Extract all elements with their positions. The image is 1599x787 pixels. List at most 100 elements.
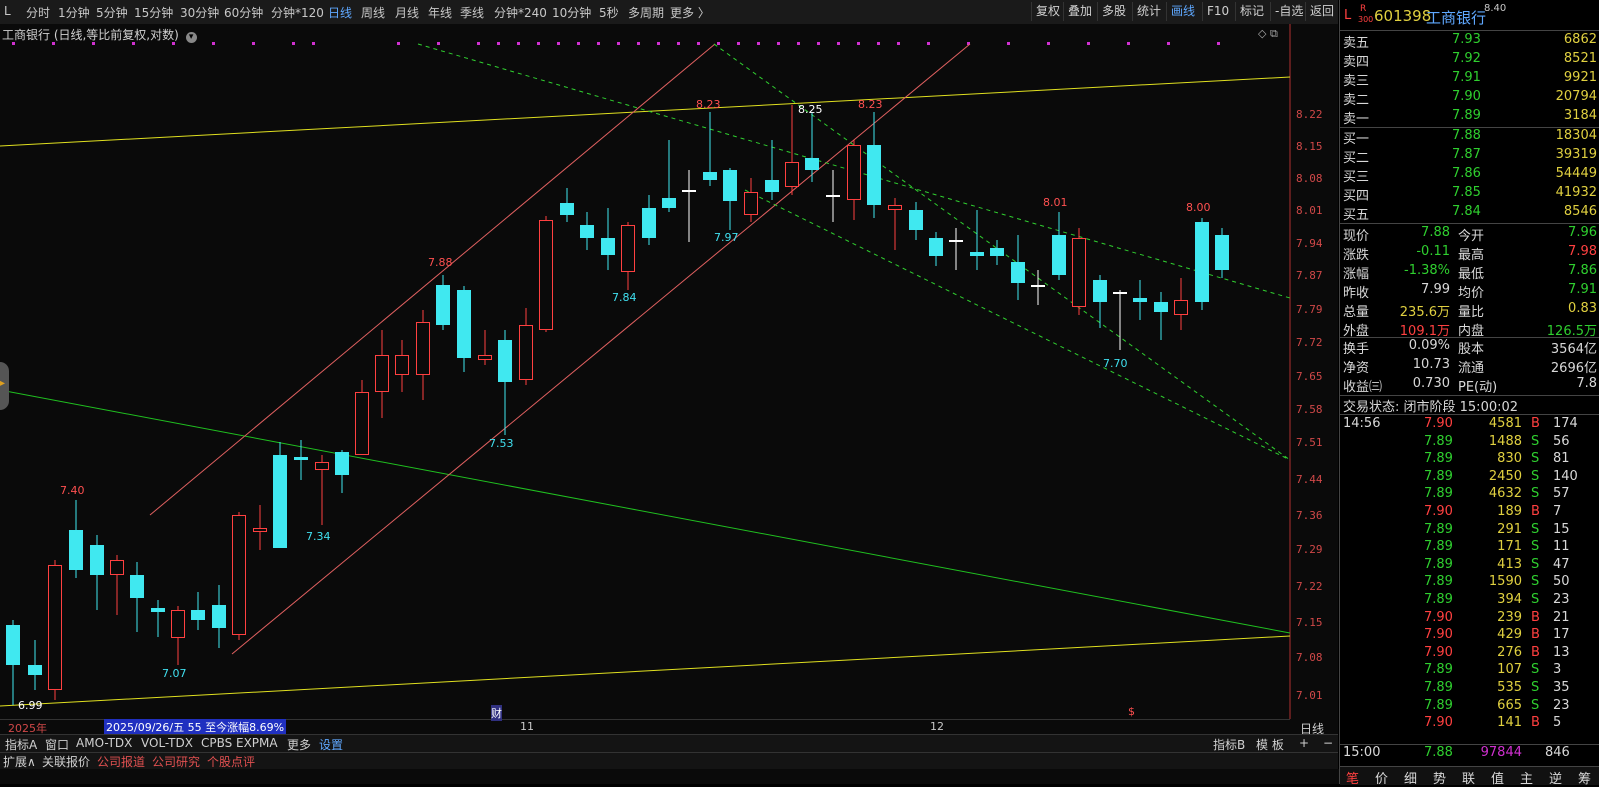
bid-row[interactable]: 买二 7.87 39319 [1340, 147, 1599, 166]
toolbar-button[interactable]: F10 [1202, 2, 1233, 21]
indicator-tab[interactable]: 指标A [2, 736, 40, 753]
indicator-tab[interactable]: VOL-TDX [138, 736, 196, 750]
timeframe-tab[interactable]: 30分钟 [180, 4, 219, 21]
timeframe-tab[interactable]: 分时 [26, 4, 50, 21]
quote-tab[interactable]: 价 [1375, 768, 1388, 787]
quote-tab[interactable]: 势 [1433, 768, 1446, 787]
extension-tab[interactable]: 公司报道 [94, 753, 148, 770]
candle-body [1072, 238, 1086, 307]
indicator-tab[interactable]: 更多 [284, 736, 314, 753]
quote-tab[interactable]: 细 [1404, 768, 1417, 787]
kline-chart[interactable] [0, 24, 1338, 734]
dividend-marker[interactable]: $ [1128, 705, 1135, 718]
indicator-tab[interactable]: CPBS [198, 736, 235, 750]
candle-body [1215, 235, 1229, 270]
ask-row[interactable]: 卖四 7.92 8521 [1340, 51, 1599, 70]
indicator-tab[interactable]: 设置 [316, 736, 346, 753]
timeframe-tab[interactable]: 60分钟 [224, 4, 263, 21]
timeframe-tab[interactable]: 周线 [361, 4, 385, 21]
bid-row[interactable]: 买五 7.84 8546 [1340, 204, 1599, 223]
quote-tab[interactable]: 主 [1520, 768, 1533, 787]
toolbar-l-icon[interactable]: L [4, 4, 11, 18]
ask-row[interactable]: 卖三 7.91 9921 [1340, 70, 1599, 89]
price-tick: 7.22 [1296, 580, 1323, 593]
ask-row[interactable]: 卖二 7.90 20794 [1340, 89, 1599, 108]
tick-row: 7.90 141 B 5 [1340, 715, 1599, 732]
signal-dot [292, 42, 295, 45]
extension-tab[interactable]: 公司研究 [149, 753, 203, 770]
timeframe-tab[interactable]: 月线 [395, 4, 419, 21]
toolbar-button[interactable]: 标记 [1235, 2, 1268, 21]
tick-volume: 1590 [1488, 574, 1522, 590]
signal-dot [857, 42, 860, 45]
quote-tab[interactable]: 联 [1462, 768, 1475, 787]
candle-body [416, 322, 430, 375]
book-price: 7.86 [1452, 166, 1481, 181]
timeframe-tab[interactable]: 10分钟 [552, 4, 591, 21]
timeframe-tab[interactable]: 分钟*120 [271, 4, 324, 21]
indicator-right-button[interactable]: 指标B [1210, 736, 1248, 753]
candle-body [6, 625, 20, 665]
indicator-tab[interactable]: AMO-TDX [73, 736, 135, 750]
low-annotation: 7.34 [306, 530, 331, 543]
ask-row[interactable]: 卖五 7.93 6862 [1340, 32, 1599, 51]
stat-label: 涨幅 [1343, 267, 1370, 282]
quote-tab[interactable]: 逆 [1549, 768, 1562, 787]
timeframe-tab[interactable]: 5秒 [599, 4, 619, 21]
book-label: 卖四 [1343, 55, 1370, 70]
timeframe-tab[interactable]: 日线 [328, 4, 352, 21]
indicator-tab[interactable]: EXPMA [233, 736, 281, 750]
book-volume: 39319 [1555, 147, 1597, 162]
toolbar-button[interactable]: 叠加 [1063, 2, 1096, 21]
stat-value: 7.99 [1421, 282, 1450, 297]
indicator-right-button[interactable]: − [1320, 736, 1336, 750]
stat-row: 涨跌 -0.11 最高 7.98 [1340, 244, 1599, 263]
toolbar-button[interactable]: -自选 [1270, 2, 1307, 21]
extension-tab[interactable]: 关联报价 [39, 753, 93, 770]
tick-row: 7.89 171 S 11 [1340, 539, 1599, 556]
tick-volume: 171 [1497, 539, 1522, 555]
toolbar-button[interactable]: 多股 [1097, 2, 1130, 21]
indicator-tab[interactable]: 窗口 [42, 736, 72, 753]
toolbar-button[interactable]: 统计 [1132, 2, 1165, 21]
toolbar-button[interactable]: 返回 [1305, 2, 1338, 21]
timeframe-tab[interactable]: 1分钟 [58, 4, 90, 21]
toolbar-button[interactable]: 画线 [1166, 2, 1199, 21]
timeframe-tab[interactable]: 季线 [460, 4, 484, 21]
timeframe-tab[interactable]: 多周期 [628, 4, 664, 21]
chart-corner-icons[interactable]: ◇ ⧉ [1258, 27, 1278, 41]
signal-dot [537, 42, 540, 45]
tick-price: 7.90 [1424, 504, 1453, 519]
candle-body [478, 355, 492, 360]
extension-tab[interactable]: 个股点评 [204, 753, 258, 770]
bid-row[interactable]: 买一 7.88 18304 [1340, 128, 1599, 147]
tick-volume: 239 [1497, 609, 1522, 625]
timeframe-tab[interactable]: 5分钟 [96, 4, 128, 21]
quote-tab[interactable]: 笔 [1346, 768, 1359, 787]
ask-row[interactable]: 卖一 7.89 3184 [1340, 108, 1599, 127]
toolbar-button[interactable]: 复权 [1031, 2, 1064, 21]
timeframe-tab[interactable]: 分钟*240 [494, 4, 547, 21]
chevron-down-icon[interactable]: ▾ [185, 32, 197, 43]
indicator-right-button[interactable]: 模 板 [1253, 736, 1287, 753]
candle-body [1052, 235, 1066, 275]
indicator-right-button[interactable]: + [1296, 736, 1312, 750]
quote-tab[interactable]: 筹 [1578, 768, 1591, 787]
tick-count: 81 [1553, 451, 1570, 467]
quote-tab[interactable]: 值 [1491, 768, 1504, 787]
extension-tab[interactable]: 扩展∧ [0, 753, 39, 770]
price-tick: 8.22 [1296, 108, 1323, 121]
timeframe-tab[interactable]: 更多 〉 [670, 4, 710, 21]
bid-row[interactable]: 买三 7.86 54449 [1340, 166, 1599, 185]
book-volume: 8521 [1563, 51, 1597, 66]
tick-row: 7.89 2450 S 140 [1340, 469, 1599, 486]
candle-body [457, 290, 471, 358]
bid-row[interactable]: 买四 7.85 41932 [1340, 185, 1599, 204]
price-tick: 7.79 [1296, 303, 1323, 316]
candle-body [498, 340, 512, 382]
candle-body [1154, 302, 1168, 312]
timeframe-tab[interactable]: 年线 [428, 4, 452, 21]
finance-marker[interactable]: 财 [491, 705, 502, 721]
timeframe-tab[interactable]: 15分钟 [134, 4, 173, 21]
tick-side: S [1531, 592, 1540, 607]
